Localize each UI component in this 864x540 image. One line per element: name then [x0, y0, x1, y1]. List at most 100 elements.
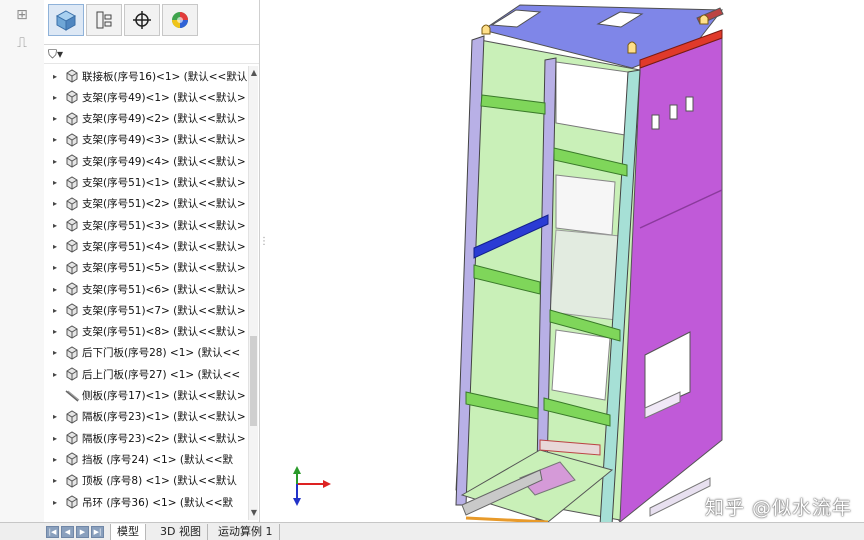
- expand-arrow-icon[interactable]: ▸: [48, 178, 62, 187]
- tab-3d-view[interactable]: 3D 视图: [154, 524, 208, 540]
- expand-arrow-icon[interactable]: ▸: [48, 455, 62, 464]
- tree-item[interactable]: ▸ 支架(序号49)<4> (默认<<默认>: [44, 151, 248, 171]
- tab-motion-study[interactable]: 运动算例 1: [212, 524, 280, 540]
- tree-item-label: 支架(序号51)<8> (默认<<默认>: [82, 326, 246, 339]
- tree-item[interactable]: ▸ 支架(序号51)<8> (默认<<默认>: [44, 322, 248, 342]
- graphics-viewport[interactable]: 知乎 @似水流年: [265, 0, 864, 522]
- cabinet-model[interactable]: [265, 0, 864, 522]
- tree-item-label: 后上门板(序号27) <1> (默认<<: [82, 368, 241, 381]
- tree-item[interactable]: ▸ 支架(序号49)<3> (默认<<默认>: [44, 130, 248, 150]
- tree-item[interactable]: ▸ 顶板 (序号8) <1> (默认<<默认: [44, 471, 248, 491]
- expand-arrow-icon[interactable]: ▸: [48, 72, 62, 81]
- tree-item-label: 支架(序号51)<2> (默认<<默认>: [82, 198, 246, 211]
- tree-item[interactable]: ▸ 隔板(序号23)<2> (默认<<默认>: [44, 428, 248, 448]
- part-icon: [66, 325, 78, 339]
- tree-item-label: 支架(序号51)<5> (默认<<默认>: [82, 262, 246, 275]
- expand-arrow-icon[interactable]: ▸: [48, 498, 62, 507]
- sketch-icon[interactable]: ⊞: [12, 6, 32, 24]
- tree-item[interactable]: ▸ 支架(序号49)<2> (默认<<默认>: [44, 109, 248, 129]
- property-manager-icon[interactable]: [86, 4, 122, 36]
- part-icon: [66, 303, 78, 317]
- tree-item[interactable]: ▸ 联接板(序号16)<1> (默认<<默认: [44, 66, 248, 86]
- tree-item[interactable]: ▸ 支架(序号51)<4> (默认<<默认>: [44, 236, 248, 256]
- expand-arrow-icon[interactable]: ▸: [48, 348, 62, 357]
- tree-item[interactable]: ▸ 支架(序号51)<3> (默认<<默认>: [44, 215, 248, 235]
- tree-item[interactable]: ▸ 支架(序号51)<2> (默认<<默认>: [44, 194, 248, 214]
- scroll-thumb[interactable]: [250, 336, 257, 426]
- expand-arrow-icon[interactable]: ▸: [48, 412, 62, 421]
- expand-arrow-icon[interactable]: ▸: [48, 370, 62, 379]
- tree-item-label: 支架(序号51)<1> (默认<<默认>: [82, 177, 246, 189]
- tree-item-label: 挡板 (序号24) <1> (默认<<默: [82, 453, 234, 466]
- expand-arrow-icon[interactable]: ▸: [48, 93, 62, 102]
- tree-scrollbar[interactable]: ▲ ▼: [248, 66, 258, 520]
- part-icon: [66, 218, 78, 232]
- expand-arrow-icon[interactable]: ▸: [48, 476, 62, 485]
- tree-filter-bar[interactable]: ⛉▾: [44, 44, 259, 64]
- tree-item-label: 顶板 (序号8) <1> (默认<<默认: [82, 475, 237, 488]
- expand-arrow-icon[interactable]: ▸: [48, 157, 62, 166]
- tree-item-label: 吊环 (序号36) <1> (默认<<默: [82, 496, 234, 509]
- tree-item-label: 隔板(序号23)<2> (默认<<默认>: [82, 432, 246, 445]
- part-icon: [66, 154, 78, 168]
- tree-item[interactable]: 侧板(序号17)<1> (默认<<默认>: [44, 386, 248, 406]
- bottom-tab-bar: |◀ ◀ ▶ ▶| 模型 3D 视图 运动算例 1: [0, 522, 864, 540]
- step-icon[interactable]: ⎍: [12, 34, 32, 52]
- tree-item[interactable]: ▸ 支架(序号51)<5> (默认<<默认>: [44, 258, 248, 278]
- tree-item-label: 支架(序号49)<4> (默认<<默认>: [82, 155, 246, 168]
- expand-arrow-icon[interactable]: ▸: [48, 327, 62, 336]
- part-icon: [66, 452, 78, 466]
- tree-item[interactable]: ▸ 支架(序号51)<7> (默认<<默认>: [44, 300, 248, 320]
- expand-arrow-icon[interactable]: ▸: [48, 221, 62, 230]
- expand-arrow-icon[interactable]: ▸: [48, 263, 62, 272]
- part-icon: [66, 282, 78, 296]
- part-icon: [66, 367, 78, 381]
- feature-tree: ▸ 联接板(序号16)<1> (默认<<默认 ▸ 支架(序号49)<1> (默认<<默…: [44, 66, 248, 520]
- tree-item-label: 支架(序号49)<2> (默认<<默认>: [82, 113, 246, 126]
- part-icon: [66, 346, 78, 360]
- scroll-up-icon[interactable]: ▲: [249, 68, 259, 78]
- filter-icon[interactable]: ⛉▾: [48, 47, 63, 62]
- tree-item-label: 支架(序号49)<3> (默认<<默认>: [82, 134, 246, 147]
- first-tab-icon[interactable]: |◀: [46, 526, 59, 538]
- tree-item[interactable]: ▸ 后上门板(序号27) <1> (默认<<: [44, 364, 248, 384]
- expand-arrow-icon[interactable]: ▸: [48, 434, 62, 443]
- part-icon: [66, 69, 78, 83]
- watermark-text: 知乎 @似水流年: [704, 497, 852, 519]
- tree-item[interactable]: ▸ 吊环 (序号36) <1> (默认<<默: [44, 492, 248, 512]
- tree-item-label: 支架(序号51)<6> (默认<<默认>: [82, 283, 246, 296]
- tab-model[interactable]: 模型: [110, 524, 146, 540]
- tree-item-label: 后下门板(序号28) <1> (默认<<: [82, 347, 241, 360]
- part-icon: [66, 431, 78, 445]
- expand-arrow-icon[interactable]: ▸: [48, 285, 62, 294]
- expand-arrow-icon[interactable]: ▸: [48, 114, 62, 123]
- configuration-manager-icon[interactable]: [124, 4, 160, 36]
- tree-item[interactable]: ▸ 隔板(序号23)<1> (默认<<默认>: [44, 407, 248, 427]
- axis-triad: [283, 466, 333, 506]
- tree-item[interactable]: ▸ 支架(序号51)<1> (默认<<默认>: [44, 173, 248, 193]
- part-icon: [66, 495, 78, 509]
- tree-item-label: 侧板(序号17)<1> (默认<<默认>: [82, 390, 246, 402]
- feature-manager-icon[interactable]: [48, 4, 84, 36]
- feature-manager-panel: ⛉▾ ▸ 联接板(序号16)<1> (默认<<默认 ▸ 支架(序号49)<1> (默认…: [44, 0, 260, 522]
- expand-arrow-icon[interactable]: ▸: [48, 135, 62, 144]
- prev-tab-icon[interactable]: ◀: [61, 526, 74, 538]
- tree-item-label: 支架(序号51)<7> (默认<<默认>: [82, 304, 246, 317]
- tree-item[interactable]: ▸ 支架(序号51)<6> (默认<<默认>: [44, 279, 248, 299]
- tree-item[interactable]: ▸ 支架(序号49)<1> (默认<<默认>: [44, 87, 248, 107]
- tree-item-label: 隔板(序号23)<1> (默认<<默认>: [82, 411, 246, 424]
- expand-arrow-icon[interactable]: ▸: [48, 306, 62, 315]
- appearance-icon[interactable]: [162, 4, 198, 36]
- suppressed-part-icon: [65, 389, 80, 402]
- expand-arrow-icon[interactable]: ▸: [48, 199, 62, 208]
- part-icon: [66, 197, 78, 211]
- expand-arrow-icon[interactable]: ▸: [48, 242, 62, 251]
- next-tab-icon[interactable]: ▶: [76, 526, 89, 538]
- tree-item[interactable]: ▸ 后下门板(序号28) <1> (默认<<: [44, 343, 248, 363]
- feature-manager-tabs: [48, 4, 198, 36]
- part-icon: [66, 474, 78, 488]
- tree-item-label: 支架(序号51)<3> (默认<<默认>: [82, 219, 246, 232]
- scroll-down-icon[interactable]: ▼: [249, 508, 259, 518]
- last-tab-icon[interactable]: ▶|: [91, 526, 104, 538]
- tree-item[interactable]: ▸ 挡板 (序号24) <1> (默认<<默: [44, 449, 248, 469]
